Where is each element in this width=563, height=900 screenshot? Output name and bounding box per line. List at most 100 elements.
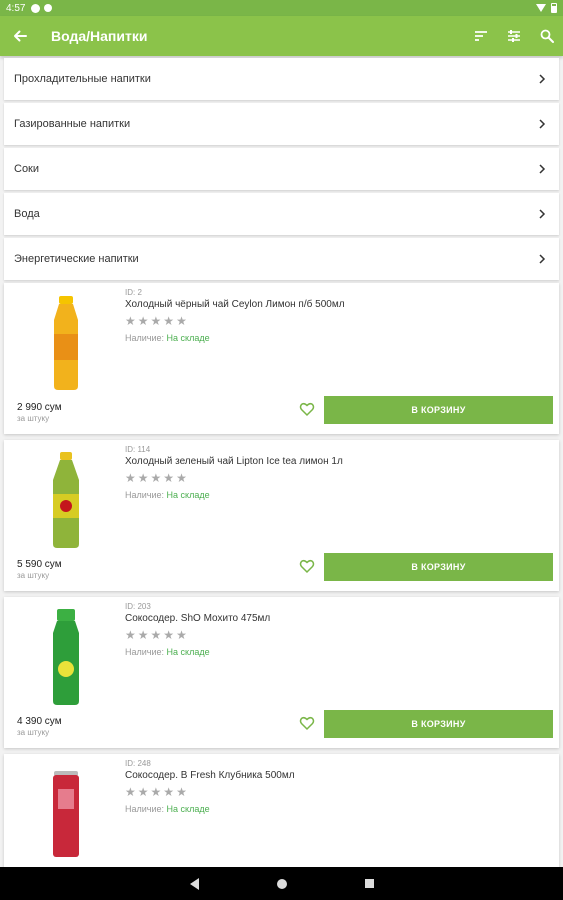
category-item[interactable]: Вода — [4, 193, 559, 235]
stock-value: На складе — [166, 804, 210, 814]
app-notification-icon — [44, 4, 53, 12]
product-image[interactable] — [12, 446, 120, 554]
status-bar: 4:57 — [0, 0, 563, 16]
star-icon: ★ — [176, 785, 187, 799]
search-button[interactable] — [530, 16, 563, 56]
stock-label: Наличие: — [125, 804, 165, 814]
bottle-image — [53, 609, 79, 705]
sort-button[interactable] — [464, 16, 497, 56]
price-unit: за штуку — [17, 728, 50, 737]
product-id: ID: 2 — [125, 288, 142, 297]
stock-label: Наличие: — [125, 647, 165, 657]
content-scroll[interactable]: Прохладительные напитки Газированные нап… — [0, 57, 563, 867]
star-icon: ★ — [150, 628, 162, 642]
rating-stars: ★ ★ ★ ★ ★ — [125, 472, 187, 484]
stock-status: Наличие: На складе — [125, 647, 210, 657]
product-card[interactable]: ID: 248 Сокосодер. B Fresh Клубника 500м… — [4, 754, 559, 867]
chevron-right-icon — [535, 162, 549, 176]
star-icon: ★ — [137, 314, 149, 328]
category-item[interactable]: Прохладительные напитки — [4, 58, 559, 100]
favorite-button[interactable] — [299, 401, 315, 417]
arrow-back-icon — [14, 30, 27, 42]
filter-button[interactable] — [497, 16, 530, 56]
stock-value: На складе — [166, 647, 210, 657]
star-icon: ★ — [163, 471, 175, 485]
wifi-icon — [536, 4, 546, 12]
rating-stars: ★ ★ ★ ★ ★ — [125, 315, 187, 327]
category-item[interactable]: Газированные напитки — [4, 103, 559, 145]
product-image[interactable] — [12, 760, 120, 867]
star-icon: ★ — [176, 471, 187, 485]
app-bar: Вода/Напитки — [0, 16, 563, 56]
status-time: 4:57 — [6, 2, 26, 14]
product-name[interactable]: Холодный чёрный чай Ceylon Лимон п/б 500… — [125, 299, 345, 310]
chevron-right-icon — [535, 117, 549, 131]
category-label: Соки — [14, 163, 40, 175]
star-icon: ★ — [176, 628, 187, 642]
stock-status: Наличие: На складе — [125, 490, 210, 500]
tune-icon — [507, 30, 520, 42]
sort-icon — [474, 31, 487, 41]
favorite-button[interactable] — [299, 715, 315, 731]
search-icon — [540, 29, 554, 43]
heart-outline-icon — [299, 402, 315, 417]
can-image — [53, 771, 79, 857]
product-id: ID: 248 — [125, 759, 151, 768]
star-icon: ★ — [125, 785, 136, 799]
star-icon: ★ — [150, 785, 162, 799]
star-icon: ★ — [150, 314, 162, 328]
product-id: ID: 203 — [125, 602, 151, 611]
stock-value: На складе — [166, 333, 210, 343]
rating-stars: ★ ★ ★ ★ ★ — [125, 786, 187, 798]
star-icon: ★ — [163, 628, 175, 642]
category-item[interactable]: Энергетические напитки — [4, 238, 559, 280]
product-image[interactable] — [12, 289, 120, 397]
chevron-right-icon — [535, 72, 549, 86]
rating-stars: ★ ★ ★ ★ ★ — [125, 629, 187, 641]
category-label: Энергетические напитки — [14, 253, 139, 265]
bottle-image — [53, 452, 79, 548]
star-icon: ★ — [163, 785, 175, 799]
star-icon: ★ — [163, 314, 175, 328]
add-to-cart-button[interactable]: В КОРЗИНУ — [324, 553, 553, 581]
category-label: Прохладительные напитки — [14, 73, 151, 85]
star-icon: ★ — [137, 471, 149, 485]
product-price: 5 590 сум — [17, 559, 62, 570]
nav-recents-icon[interactable] — [364, 879, 374, 888]
star-icon: ★ — [125, 314, 136, 328]
product-image[interactable] — [12, 603, 120, 711]
product-name[interactable]: Холодный зеленый чай Lipton Ice tea лимо… — [125, 456, 343, 467]
add-to-cart-button[interactable]: В КОРЗИНУ — [324, 396, 553, 424]
chevron-right-icon — [535, 207, 549, 221]
price-unit: за штуку — [17, 414, 50, 423]
star-icon: ★ — [176, 314, 187, 328]
back-button[interactable] — [0, 16, 40, 56]
category-label: Газированные напитки — [14, 118, 131, 130]
notification-icon — [31, 3, 41, 13]
product-name[interactable]: Сокосодер. ShO Мохито 475мл — [125, 613, 270, 624]
favorite-button[interactable] — [299, 558, 315, 574]
star-icon: ★ — [125, 628, 136, 642]
product-card[interactable]: ID: 114 Холодный зеленый чай Lipton Ice … — [4, 440, 559, 591]
stock-value: На складе — [166, 490, 210, 500]
stock-label: Наличие: — [125, 490, 165, 500]
product-id: ID: 114 — [125, 445, 151, 454]
stock-status: Наличие: На складе — [125, 804, 210, 814]
product-card[interactable]: ID: 2 Холодный чёрный чай Ceylon Лимон п… — [4, 283, 559, 434]
stock-status: Наличие: На складе — [125, 333, 210, 343]
category-label: Вода — [14, 208, 40, 220]
price-unit: за штуку — [17, 571, 50, 580]
star-icon: ★ — [137, 785, 149, 799]
nav-home-icon[interactable] — [276, 878, 287, 889]
category-item[interactable]: Соки — [4, 148, 559, 190]
product-price: 4 390 сум — [17, 716, 62, 727]
star-icon: ★ — [137, 628, 149, 642]
product-card[interactable]: ID: 203 Сокосодер. ShO Мохито 475мл ★ ★ ★ ★… — [4, 597, 559, 748]
nav-back-icon[interactable] — [189, 877, 199, 890]
product-name[interactable]: Сокосодер. B Fresh Клубника 500мл — [125, 770, 295, 781]
star-icon: ★ — [150, 471, 162, 485]
add-to-cart-button[interactable]: В КОРЗИНУ — [324, 710, 553, 738]
heart-outline-icon — [299, 716, 315, 731]
page-title: Вода/Напитки — [51, 28, 148, 44]
chevron-right-icon — [535, 252, 549, 266]
